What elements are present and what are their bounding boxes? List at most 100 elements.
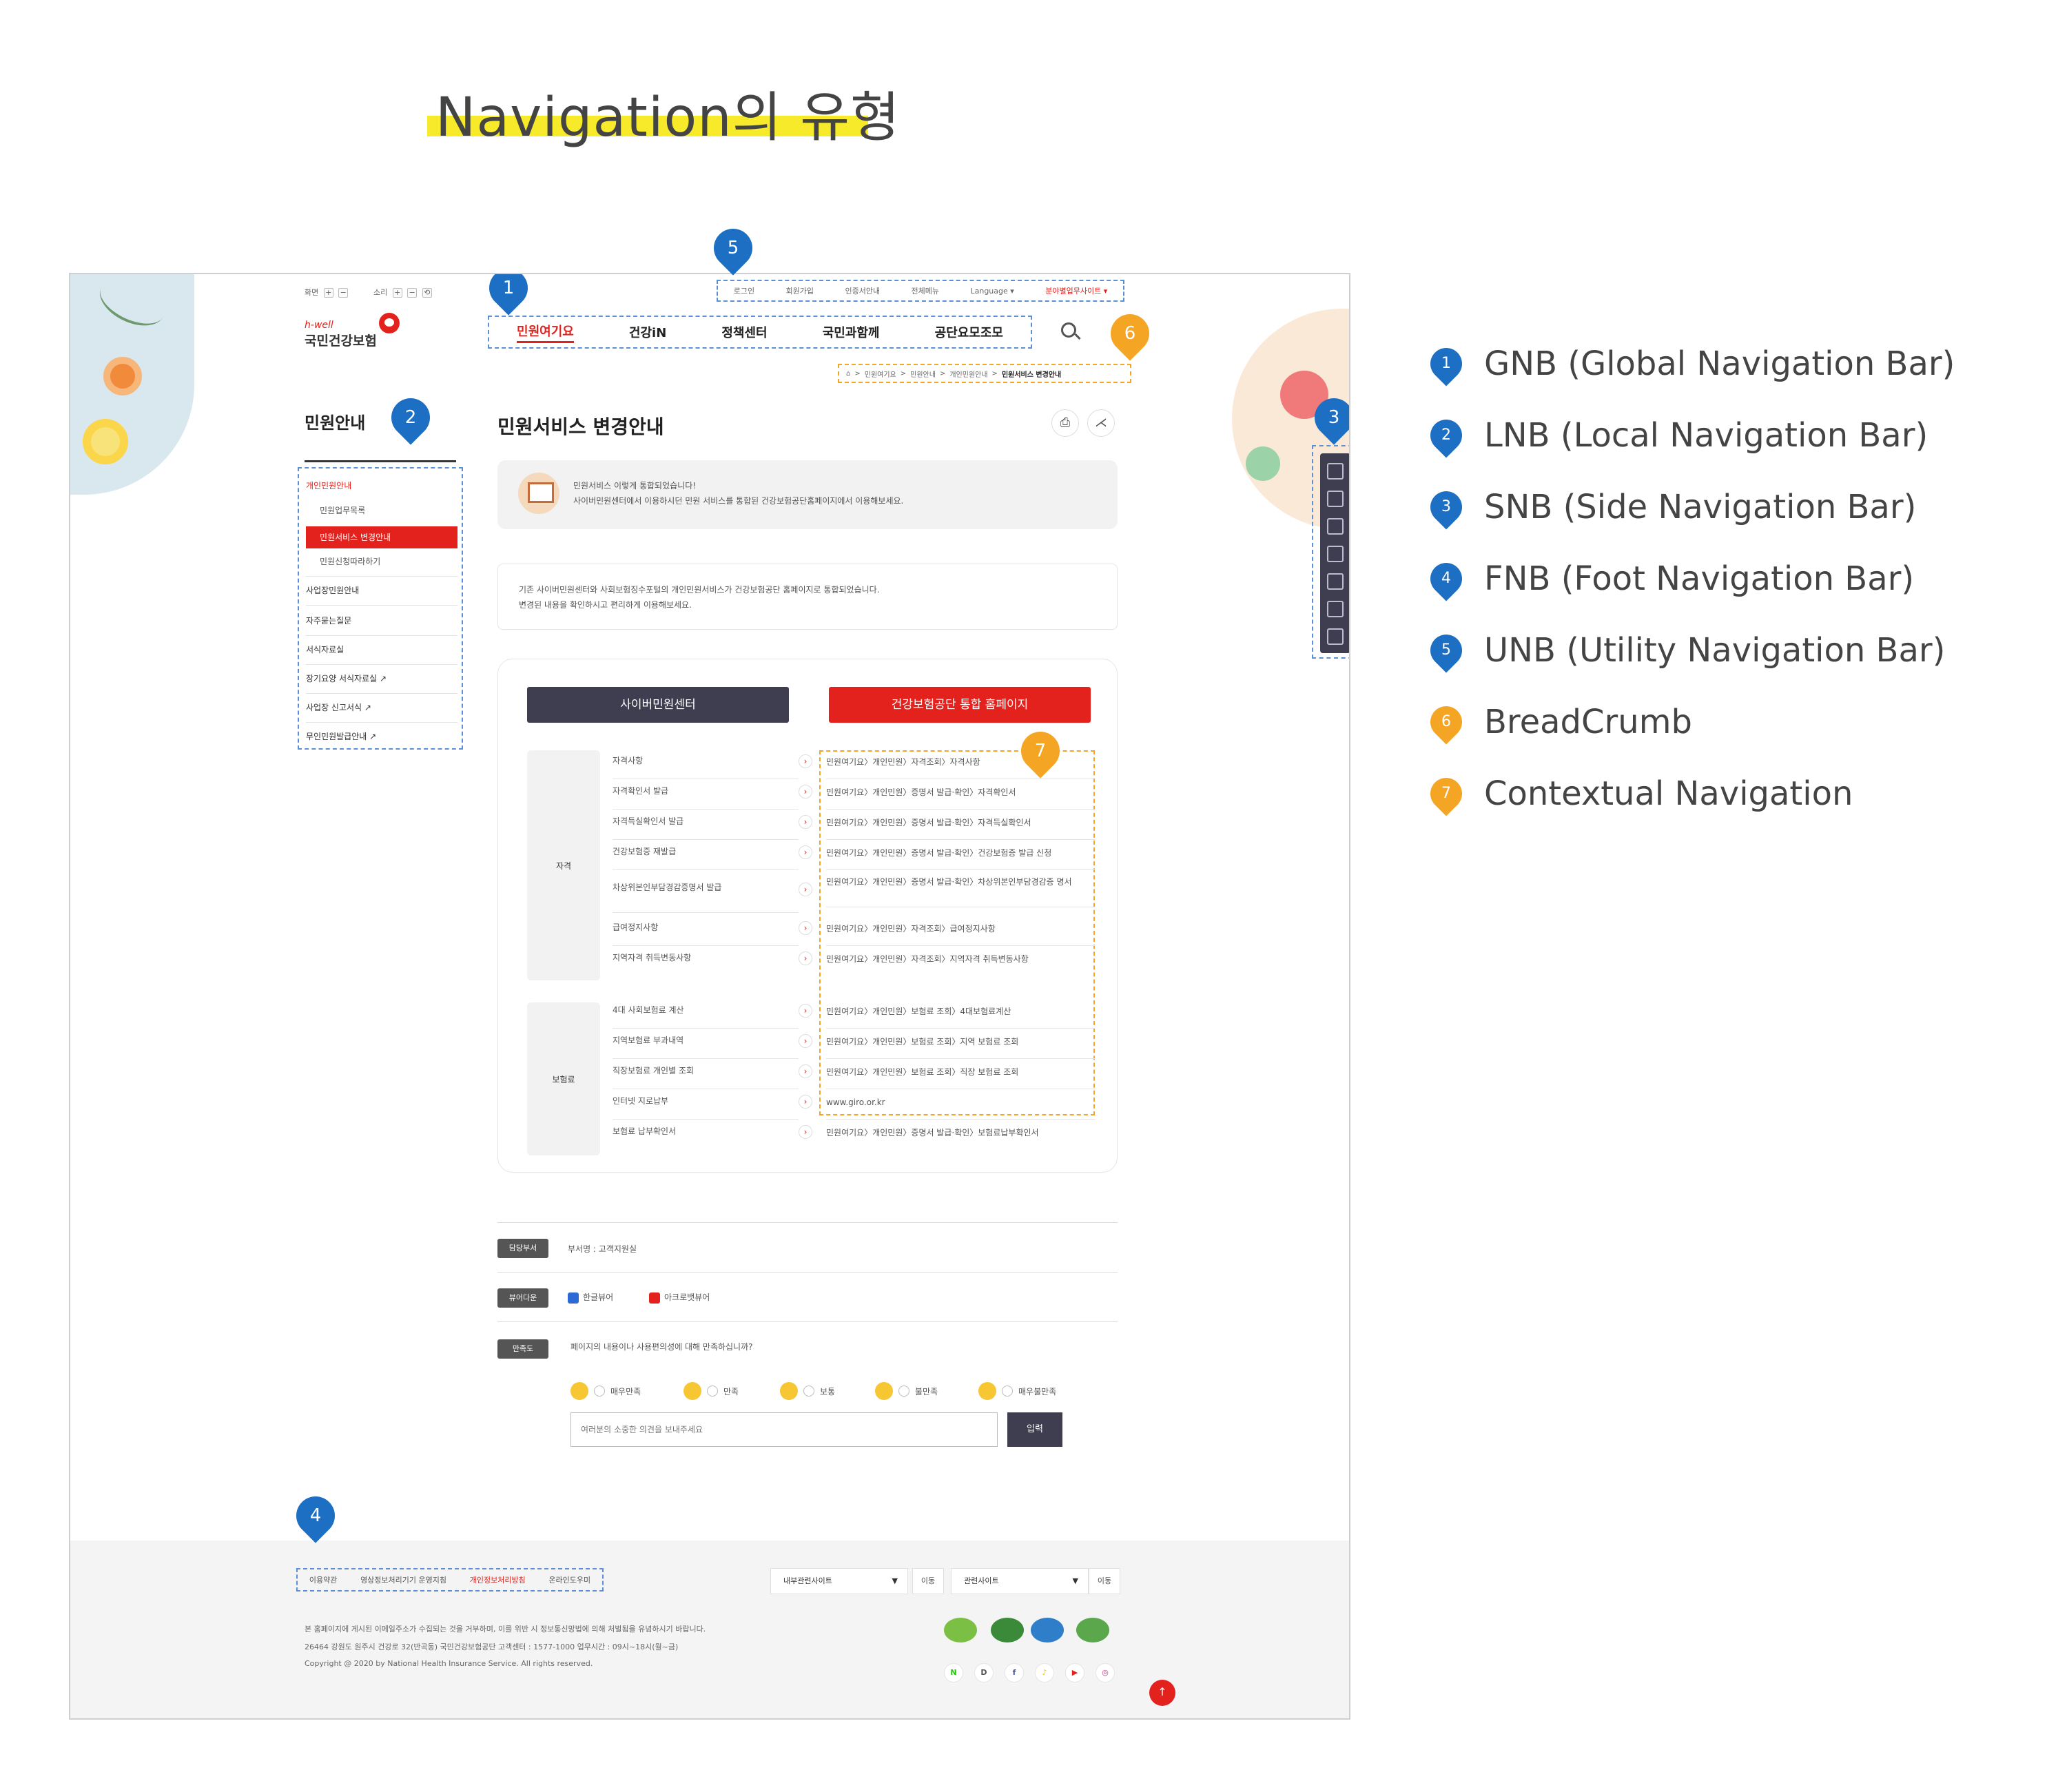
facebook-icon[interactable]: f: [1005, 1663, 1024, 1682]
volume-up-button[interactable]: +: [392, 288, 402, 298]
breadcrumb-item[interactable]: 민원여기요: [865, 369, 896, 379]
satisfaction-option[interactable]: 보통: [780, 1382, 835, 1400]
home-icon[interactable]: ⌂: [846, 370, 850, 378]
youtube-icon[interactable]: ▶: [1065, 1663, 1084, 1682]
lnb-sub-item[interactable]: 민원신청따라하기: [320, 555, 380, 567]
service-row-link[interactable]: 민원여기요〉개인민원〉보험료 조회〉4대보험료계산: [826, 1004, 1095, 1029]
unb-field-sites-select[interactable]: 분야별업무사이트 ▾: [1045, 285, 1107, 296]
float-ring-decor: [83, 419, 128, 464]
lnb-item-report-forms[interactable]: 사업장 신고서식 ↗: [306, 701, 371, 713]
breadcrumb-sep: >: [939, 369, 946, 378]
satisfaction-option[interactable]: 매우불만족: [978, 1382, 1056, 1400]
integrated-homepage-button[interactable]: 건강보험공단 통합 홈페이지: [829, 687, 1091, 723]
service-row-link[interactable]: 민원여기요〉개인민원〉증명서 발급·확인〉자격득실확인서: [826, 815, 1095, 840]
zoom-in-button[interactable]: +: [323, 288, 333, 298]
satisfaction-option[interactable]: 매우만족: [570, 1382, 641, 1400]
related-go-button[interactable]: 이동: [1089, 1568, 1120, 1594]
lnb-sub-item[interactable]: 민원업무목록: [320, 504, 365, 516]
unb-signup-link[interactable]: 회원가입: [786, 285, 814, 296]
breadcrumb-item[interactable]: 개인민원안내: [949, 369, 987, 379]
internal-go-button[interactable]: 이동: [912, 1568, 944, 1594]
service-row-link[interactable]: 민원여기요〉개인민원〉증명서 발급·확인〉자격확인서: [826, 785, 1095, 810]
breadcrumb-item[interactable]: 민원안내: [910, 369, 936, 379]
gnb-item-about[interactable]: 공단요모조모: [935, 323, 1003, 341]
marker-number: 3: [1328, 407, 1340, 428]
radio-button[interactable]: [898, 1386, 909, 1397]
footer-address: 26464 강원도 원주시 건강로 32(반곡동) 국민건강보험공단 고객센터 …: [305, 1642, 679, 1651]
chat-icon[interactable]: [1327, 628, 1344, 645]
blog-icon[interactable]: D: [974, 1663, 994, 1682]
service-row-link[interactable]: 민원여기요〉개인민원〉증명서 발급·확인〉차상위본인부담경감증 명서: [826, 874, 1095, 907]
submit-button[interactable]: 입력: [1007, 1412, 1062, 1447]
headset-icon[interactable]: [1327, 518, 1344, 535]
radio-button[interactable]: [594, 1386, 605, 1397]
lnb-sub-item-active[interactable]: 민원서비스 변경안내: [306, 526, 457, 548]
volume-down-button[interactable]: −: [407, 288, 418, 298]
unb-login-link[interactable]: 로그인: [734, 285, 754, 296]
service-row-link[interactable]: 민원여기요〉개인민원〉보험료 조회〉지역 보험료 조회: [826, 1034, 1095, 1059]
satisfaction-option[interactable]: 불만족: [875, 1382, 938, 1400]
zoom-out-button[interactable]: −: [338, 288, 349, 298]
utility-navigation-bar: 로그인 회원가입 인증서안내 전체메뉴 Language ▾ 분야별업무사이트 …: [717, 280, 1124, 302]
marker-pin-icon: 6: [1423, 699, 1469, 745]
logo-subtitle[interactable]: h-well: [305, 320, 333, 331]
service-row-link[interactable]: 민원여기요〉개인민원〉증명서 발급·확인〉보험료납부확인서: [826, 1125, 1095, 1150]
row-arrow-icon: ›: [799, 754, 812, 768]
pdf-viewer-link[interactable]: 아크로뱃뷰어: [649, 1291, 710, 1304]
share-icon[interactable]: ⋌: [1087, 409, 1115, 437]
umbrella-decor: [1246, 446, 1280, 481]
copy-icon[interactable]: [1327, 601, 1344, 617]
hwp-viewer-link[interactable]: 한글뷰어: [568, 1291, 613, 1304]
lnb-item-ltc-forms[interactable]: 장기요양 서식자료실 ↗: [306, 672, 387, 684]
radio-button[interactable]: [803, 1386, 814, 1397]
side-navigation-bar: [1312, 445, 1349, 659]
logo[interactable]: 국민건강보험: [305, 331, 377, 349]
lnb-item-kiosk[interactable]: 무인민원발급안내 ↗: [306, 730, 376, 742]
instagram-icon[interactable]: ◎: [1096, 1663, 1115, 1682]
radio-button[interactable]: [707, 1386, 718, 1397]
related-sites-select[interactable]: 관련사이트 ▼: [951, 1568, 1089, 1594]
service-row-link[interactable]: 민원여기요〉개인민원〉자격조회〉지역자격 취득변동사항: [826, 951, 1095, 976]
fnb-cctv-link[interactable]: 영상정보처리기기 운영지침: [360, 1574, 446, 1585]
gnb-item-minwon[interactable]: 민원여기요: [517, 322, 574, 343]
internal-sites-select[interactable]: 내부관련사이트 ▼: [770, 1568, 908, 1594]
gnb-item-with-citizens[interactable]: 국민과함께: [823, 323, 880, 341]
lnb-item-faq[interactable]: 자주묻는질문: [306, 615, 351, 626]
lnb-separator: [306, 605, 457, 606]
lnb-separator: [306, 576, 457, 577]
fnb-terms-link[interactable]: 이용약관: [309, 1574, 337, 1585]
naver-icon[interactable]: N: [944, 1663, 963, 1682]
scroll-top-button[interactable]: ↑: [1149, 1680, 1175, 1706]
unb-certificate-link[interactable]: 인증서안내: [845, 285, 880, 296]
logo-mark-icon[interactable]: [379, 313, 400, 333]
form-icon[interactable]: [1327, 573, 1344, 590]
satisfaction-option[interactable]: 만족: [683, 1382, 739, 1400]
fnb-privacy-link[interactable]: 개인정보처리방침: [470, 1574, 526, 1585]
service-row-label: 자격확인서 발급: [613, 785, 799, 810]
print-icon[interactable]: ⎙: [1051, 409, 1079, 437]
kakao-icon[interactable]: ♪: [1035, 1663, 1054, 1682]
lnb-item-personal[interactable]: 개인민원안내: [306, 480, 351, 491]
document-icon[interactable]: [1327, 463, 1344, 480]
description-line: 기존 사이버민원센터와 사회보험징수포털의 개인민원서비스가 건강보험공단 홈페…: [519, 585, 880, 595]
gnb-item-policy-center[interactable]: 정책센터: [721, 323, 767, 341]
cyber-center-button[interactable]: 사이버민원센터: [527, 687, 789, 723]
lock-icon[interactable]: [1327, 546, 1344, 562]
service-row-link[interactable]: www.giro.or.kr: [826, 1095, 1095, 1120]
service-row-link[interactable]: 민원여기요〉개인민원〉자격조회〉급여정지사항: [826, 921, 1095, 946]
fnb-help-link[interactable]: 온라인도우미: [548, 1574, 590, 1585]
unb-language-select[interactable]: Language ▾: [970, 287, 1014, 296]
service-row-label: 차상위본인부담경감증명서 발급: [613, 881, 799, 913]
gnb-item-health-in[interactable]: 건강iN: [629, 323, 666, 341]
lnb-item-business[interactable]: 사업장민원안내: [306, 584, 359, 596]
satisfaction-question: 페이지의 내용이나 사용편의성에 대해 만족하십니까?: [570, 1342, 753, 1352]
opinion-input[interactable]: 여러분의 소중한 의견을 보내주세요: [570, 1412, 998, 1447]
service-row-link[interactable]: 민원여기요〉개인민원〉보험료 조회〉직장 보험료 조회: [826, 1064, 1095, 1089]
certificate-icon[interactable]: [1327, 491, 1344, 507]
unb-all-menu-link[interactable]: 전체메뉴: [912, 285, 939, 296]
reset-button[interactable]: ⟲: [422, 288, 432, 298]
search-icon[interactable]: [1061, 322, 1076, 338]
radio-button[interactable]: [1002, 1386, 1013, 1397]
service-row-link[interactable]: 민원여기요〉개인민원〉증명서 발급·확인〉건강보험증 발급 신청: [826, 845, 1095, 870]
lnb-item-forms[interactable]: 서식자료실: [306, 643, 344, 655]
